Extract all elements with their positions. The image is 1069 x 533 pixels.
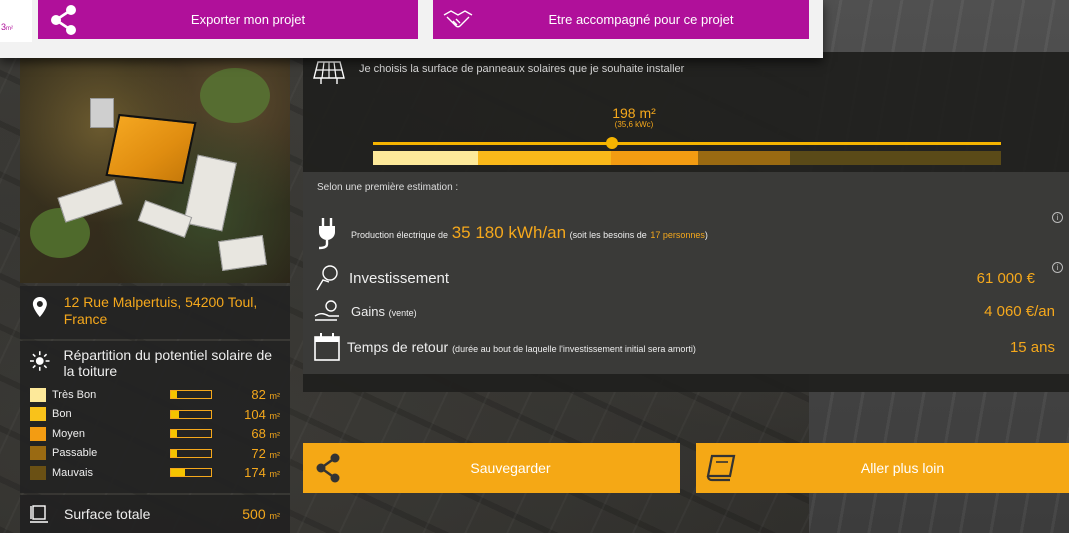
legend-bar-fill: [171, 410, 180, 418]
solar-repartition-panel: Répartition du potentiel solaire de la t…: [20, 341, 290, 493]
return-time-label: Temps de retour (durée au bout de laquel…: [347, 339, 696, 355]
legend-value: 68 m²: [251, 426, 280, 442]
share-icon: [316, 453, 340, 483]
solar-panel-icon: [313, 61, 345, 84]
go-further-button[interactable]: Aller plus loin: [696, 443, 1069, 493]
go-further-button-label: Aller plus loin: [860, 460, 945, 476]
export-project-button[interactable]: Exporter mon projet: [38, 0, 418, 39]
scale-bon: [478, 151, 611, 165]
total-surface-label: Surface totale: [64, 506, 151, 522]
address-panel: 12 Rue Malpertuis, 54200 Toul, France: [20, 286, 290, 339]
legend-swatch: [30, 465, 46, 480]
legend-row: Très Bon 82 m²: [30, 385, 280, 405]
map-building: [90, 98, 114, 128]
map-vegetation: [200, 68, 270, 123]
legend-bar: [170, 390, 212, 400]
location-pin-icon: [32, 297, 47, 317]
plug-icon: [318, 218, 335, 250]
legend-swatch: [30, 387, 46, 402]
production-text: Production électrique de 35 180 kWh/an (…: [351, 223, 708, 242]
total-surface-row: Surface totale 500 m²: [20, 495, 290, 533]
legend-bar: [170, 448, 212, 458]
legend-swatch: [30, 446, 46, 461]
investment-value: 61 000 €: [976, 269, 1035, 287]
legend-swatch: [30, 407, 46, 422]
legend-bar-fill: [171, 449, 177, 457]
return-time-value: 15 ans: [1009, 338, 1055, 356]
legend-label: Très Bon: [52, 388, 97, 401]
roof-map-thumbnail[interactable]: [20, 58, 290, 283]
export-project-label: Exporter mon projet: [190, 12, 306, 27]
gains-value: 4 060 €/an: [984, 302, 1055, 320]
repartition-title: Répartition du potentiel solaire de la t…: [63, 347, 273, 379]
legend-bar-fill: [171, 469, 185, 477]
production-info-icon[interactable]: i: [1052, 212, 1063, 223]
sidebar: 12 Rue Malpertuis, 54200 Toul, France Ré…: [20, 58, 290, 533]
share-icon: [51, 4, 76, 35]
legend-label: Passable: [52, 447, 98, 460]
surface-choice-text: Je choisis la surface de panneaux solair…: [359, 63, 685, 75]
legend-row: Moyen 68 m²: [30, 424, 280, 444]
gains-row: Gains (vente) 4 060 €/an: [313, 300, 1055, 322]
legend-swatch: [30, 426, 46, 441]
legend-row: Mauvais 174 m²: [30, 463, 280, 483]
legend-label: Moyen: [52, 427, 86, 440]
sun-icon: [30, 351, 50, 371]
estimation-panel: Je choisis la surface de panneaux solair…: [303, 52, 1069, 392]
save-button-label: Sauvegarder: [470, 460, 551, 476]
legend-bar-fill: [171, 430, 177, 438]
return-time-row: Temps de retour (durée au bout de laquel…: [313, 332, 1055, 362]
production-row: Production électrique de 35 180 kWh/an (…: [313, 216, 1055, 250]
scale-moyen: [611, 151, 698, 165]
coin-hand-icon: [316, 265, 338, 291]
map-building: [57, 179, 123, 223]
scale-mauvais: [790, 151, 1001, 165]
legend-label: Mauvais: [52, 466, 93, 479]
solar-legend: Très Bon 82 m² Bon 104 m² Moyen 68 m² Passable…: [30, 385, 280, 483]
scale-tres-bon: [373, 151, 478, 165]
legend-value: 72 m²: [251, 445, 280, 461]
map-building: [137, 200, 193, 238]
get-support-label: Etre accompagné pour ce projet: [548, 12, 734, 27]
legend-row: Bon 104 m²: [30, 405, 280, 425]
book-icon: [706, 454, 736, 482]
calendar-icon: [314, 333, 340, 361]
gains-label: Gains (vente): [351, 303, 417, 319]
project-actions-popup: 3m² Exporter mon projet Etre accompagné …: [0, 0, 823, 58]
legend-bar-fill: [171, 391, 178, 399]
legend-label: Bon: [52, 408, 72, 421]
slider-value: 198 m² (35,6 kWc): [612, 105, 656, 129]
slider-color-scale: [373, 151, 1001, 165]
legend-value: 82 m²: [251, 387, 280, 403]
investment-label: Investissement: [349, 269, 450, 287]
save-button[interactable]: Sauvegarder: [303, 443, 680, 493]
legend-value: 104 m²: [244, 406, 280, 422]
selected-roof[interactable]: [105, 113, 197, 185]
handshake-icon: [443, 9, 473, 27]
estimation-results: Selon une première estimation : Producti…: [303, 172, 1069, 374]
hand-money-icon: [314, 300, 339, 321]
investment-info-icon[interactable]: i: [1052, 262, 1063, 273]
legend-row: Passable 72 m²: [30, 444, 280, 464]
address-text: 12 Rue Malpertuis, 54200 Toul, France: [63, 294, 258, 327]
surface-icon: [30, 505, 48, 523]
estimation-heading: Selon une première estimation :: [317, 182, 459, 193]
legend-value: 174 m²: [244, 465, 280, 481]
legend-bar: [170, 429, 212, 439]
scale-passable: [698, 151, 790, 165]
legend-bar: [170, 468, 212, 478]
popup-left-stub: 3m²: [0, 0, 32, 42]
total-surface-value: 500 m²: [242, 506, 280, 522]
get-support-button[interactable]: Etre accompagné pour ce projet: [433, 0, 809, 39]
map-building: [218, 235, 267, 271]
legend-bar: [170, 409, 212, 419]
surface-slider-track[interactable]: [373, 142, 1001, 145]
surface-choice-row: Je choisis la surface de panneaux solair…: [313, 60, 684, 86]
surface-slider-handle[interactable]: [605, 137, 618, 149]
investment-row: Investissement 61 000 €: [313, 264, 1055, 292]
